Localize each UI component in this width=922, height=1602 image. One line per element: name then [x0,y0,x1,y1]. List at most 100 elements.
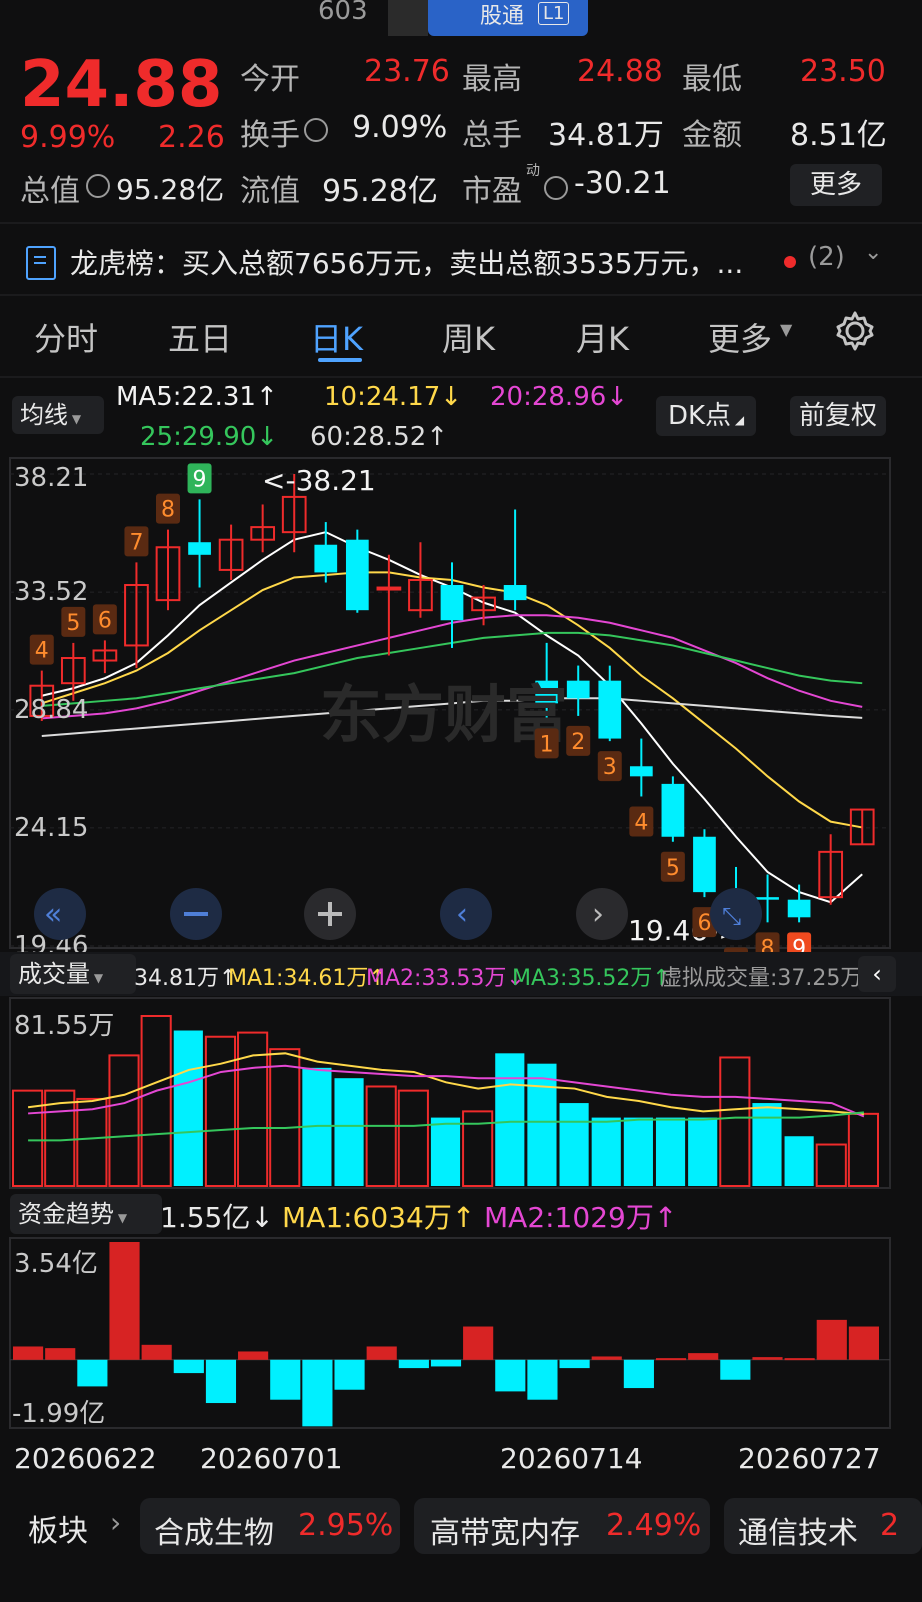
volume-bar [204,1035,237,1188]
notice-doc-icon [26,246,56,280]
ma10-value: 10:24.17↓ [324,382,463,412]
volume-bar [397,1089,429,1187]
fund-ma1: MA1:6034万↑ [282,1201,476,1234]
sector-chip[interactable]: 通信技术 2 [724,1498,922,1554]
volume-chart: 81.55万 [9,997,891,1189]
change-pct: 9.99% [20,120,116,155]
fund-bar [430,1359,462,1367]
tab-yuek[interactable]: 月K [576,314,629,360]
tab-more[interactable]: 更多 [708,314,772,360]
header-bg-block [388,0,428,36]
sector-pct: 2.95% [298,1508,394,1543]
fund-bar [623,1359,654,1389]
volume-bar [847,1112,880,1187]
settings-gear-icon[interactable] [834,310,876,352]
sector-chip[interactable]: 高带宽内存 2.49% [414,1498,710,1554]
dk-point-button[interactable]: DK点 ◢ [656,396,756,436]
y-tick-label: 33.52 [14,577,88,607]
volume-indicator-switch[interactable]: 成交量 ▼ [10,954,136,994]
fund-bar [495,1359,526,1392]
y-tick-label: 38.21 [14,463,88,493]
sector-bar: 板块 › 合成生物 2.95% 高带宽内存 2.49% 通信技术 2 [0,1492,922,1602]
ma25-value: 25:29.90↓ [140,422,279,452]
candle-body [188,542,211,555]
fund-top-tick: 3.54亿 [14,1249,98,1279]
notice-count: (2) [808,242,845,272]
ma-switch[interactable]: 均线 ▼ [12,396,104,434]
sector-pct: 2 [880,1508,900,1543]
candle-body [376,586,402,591]
pe-value: -30.21 [574,166,671,201]
volume-bar [719,1056,751,1188]
fund-indicator-switch[interactable]: 资金趋势 ▼ [10,1194,162,1234]
ma20-value: 20:28.96↓ [490,382,629,412]
mcap-value: 95.28亿 [116,173,225,206]
fund-bar [109,1242,140,1360]
chart-tabs: 分时 五日 日K 周K 月K 更多 ▼ [0,296,922,376]
fund-bar [688,1353,719,1360]
tab-wuri[interactable]: 五日 [168,314,232,360]
fund-bar [77,1359,108,1387]
fund-bar [784,1358,815,1361]
float-label: 流值 [240,174,300,209]
fund-bar [463,1326,494,1360]
td-marker-label: 8 [161,498,175,523]
volume-bar [430,1117,461,1186]
fund-bar [238,1351,269,1360]
ma60-value: 60:28.52↑ [310,422,449,452]
date-label: 20260714 [500,1442,643,1475]
tab-zhouk[interactable]: 周K [442,314,495,360]
volume-bar [334,1078,364,1186]
fund-chart: 3.54亿 -1.99亿 [9,1237,891,1429]
turnover-info-icon[interactable] [304,118,328,142]
low-value: 23.50 [800,54,886,89]
kline-chart[interactable]: 38.2133.5228.8424.1519.46 东方财富 <-38.21 1… [0,456,922,952]
tab-pill-label: 股通 [480,4,525,29]
divider [0,376,922,378]
candle-body [629,766,653,777]
collapse-left-icon[interactable]: ‹ [858,956,896,992]
sector-label: 板块 [28,1514,88,1549]
tab-fenshi[interactable]: 分时 [34,314,98,360]
sector-chip[interactable]: 合成生物 2.95% [140,1498,400,1554]
volume-bar [140,1015,172,1187]
date-axis: 20260622 20260701 20260714 20260727 [0,1432,922,1488]
pe-info-icon[interactable] [544,176,568,200]
pe-label: 市盈 [462,174,522,209]
mcap-info-icon[interactable] [86,174,110,198]
td-marker-label: 9 [792,936,806,952]
more-button[interactable]: 更多 [790,164,882,206]
sector-pct: 2.49% [606,1508,702,1543]
rewind-glyph: « [44,897,62,932]
date-label: 20260622 [14,1442,157,1475]
td-marker-label: 4 [634,810,648,835]
adjust-button[interactable]: 前复权 [790,396,886,436]
tab-pill[interactable]: 股通 L1 [428,0,588,36]
volume-bar [108,1054,140,1187]
candle-body [693,836,716,893]
turnover-label: 换手 [240,118,300,153]
high-value: 24.88 [577,54,663,89]
notice-title: 龙虎榜：买入总额7656万元，卖出总额3535万元，... [70,247,744,280]
notice-bar[interactable]: 龙虎榜：买入总额7656万元，卖出总额3535万元，... (2) ⌄ [0,226,922,294]
candle-body [787,899,811,918]
fund-bar [141,1344,172,1360]
volume-bar [527,1063,557,1186]
fund-bar [173,1359,204,1374]
candle-body [756,897,779,900]
y-tick-label: 28.84 [14,695,88,725]
fund-bar [655,1358,687,1361]
tab-rik[interactable]: 日K [310,314,363,360]
volume-bar [591,1117,621,1186]
open-label: 今开 [240,62,300,97]
top-bar: 603 股通 L1 [0,0,922,36]
date-label: 20260701 [200,1442,343,1475]
td-marker-label: 1 [540,732,554,757]
fund-now: 1.55亿↓ [160,1201,274,1234]
candle-body [345,539,369,611]
amount-label: 金额 [682,118,742,153]
fund-bar [398,1359,429,1369]
chevron-down-icon[interactable]: ⌄ [864,240,882,265]
td-marker-label: 5 [666,856,680,881]
volume-bar [269,1048,301,1187]
